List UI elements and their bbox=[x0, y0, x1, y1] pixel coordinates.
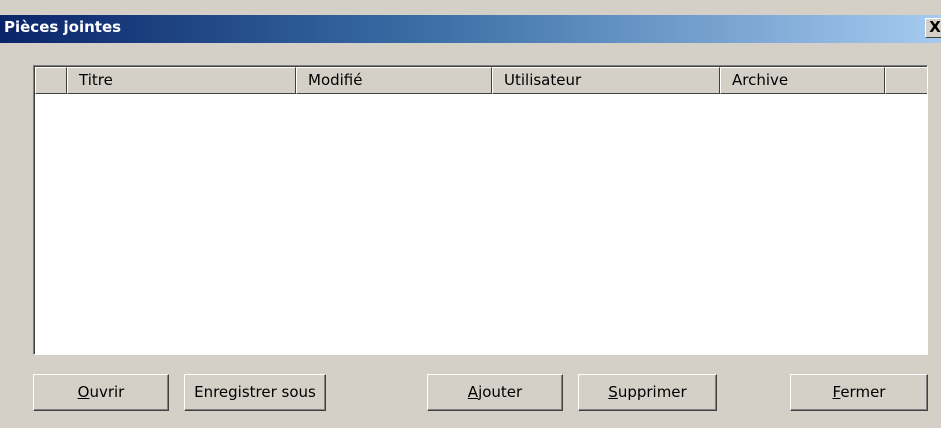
open-button[interactable]: Ouvrir bbox=[33, 374, 169, 411]
column-header-checkbox[interactable] bbox=[35, 67, 67, 94]
add-button-mnemonic: A bbox=[467, 383, 479, 401]
open-button-mnemonic: O bbox=[77, 383, 90, 401]
add-button[interactable]: Ajouter bbox=[427, 374, 563, 411]
column-header-modifie[interactable]: Modifié bbox=[296, 67, 492, 94]
save-as-button[interactable]: Enregistrer sous bbox=[184, 374, 326, 411]
column-header-filler bbox=[885, 67, 927, 94]
delete-button-mnemonic: S bbox=[608, 383, 618, 401]
list-body[interactable] bbox=[35, 94, 927, 354]
list-header: Titre Modifié Utilisateur Archive bbox=[35, 67, 927, 94]
list-frame: Titre Modifié Utilisateur Archive bbox=[34, 66, 927, 354]
attachments-list[interactable]: Titre Modifié Utilisateur Archive bbox=[33, 65, 928, 355]
close-button[interactable]: Fermer bbox=[790, 374, 928, 411]
add-button-label: jouter bbox=[478, 383, 523, 401]
delete-button[interactable]: Supprimer bbox=[578, 374, 717, 411]
attachments-dialog: Pièces jointes X Titre Modifié Utilisate… bbox=[0, 0, 941, 428]
delete-button-label: upprimer bbox=[617, 383, 687, 401]
save-as-button-label: Enregistrer sous bbox=[194, 383, 316, 401]
window-title: Pièces jointes bbox=[4, 18, 122, 36]
column-header-titre[interactable]: Titre bbox=[67, 67, 296, 94]
title-bar[interactable]: Pièces jointes X bbox=[0, 15, 941, 43]
open-button-label: uvrir bbox=[89, 383, 125, 401]
close-icon[interactable]: X bbox=[925, 18, 941, 38]
column-header-utilisateur[interactable]: Utilisateur bbox=[492, 67, 720, 94]
column-header-archive[interactable]: Archive bbox=[720, 67, 885, 94]
close-button-label: ermer bbox=[840, 383, 886, 401]
